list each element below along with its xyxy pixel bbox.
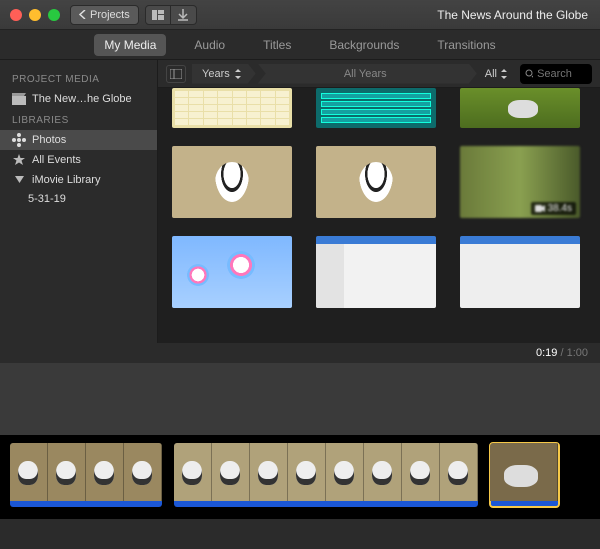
timeline-track[interactable]: [0, 435, 600, 519]
grouping-label: Years: [202, 68, 230, 80]
clip-frame: [10, 443, 48, 501]
disclosure-triangle-icon[interactable]: [12, 173, 26, 187]
sidebar-toggle-button[interactable]: [166, 65, 186, 83]
dog-floor-thumb-2[interactable]: [316, 146, 436, 218]
window-title: The News Around the Globe: [437, 8, 590, 22]
imovie-library-label: iMovie Library: [32, 174, 100, 186]
playhead-time-display: 0:19 / 1:00: [0, 343, 600, 363]
view-layout-segmented[interactable]: [145, 5, 197, 25]
window-controls: [10, 9, 60, 21]
sort-arrows-icon: [234, 69, 242, 79]
clip-frame: [174, 443, 212, 501]
video-icon: [535, 205, 545, 212]
dog-floor-thumb-1[interactable]: [172, 146, 292, 218]
media-tabs: My Media Audio Titles Backgrounds Transi…: [0, 30, 600, 60]
close-window-button[interactable]: [10, 9, 22, 21]
sidebar-item-photos[interactable]: Photos: [0, 130, 157, 150]
chevron-left-icon: [79, 10, 86, 19]
sidebar-icon: [170, 69, 182, 79]
window-titlebar: Projects The News Around the Globe: [0, 0, 600, 30]
word-game-thumb[interactable]: [172, 88, 292, 128]
clip-frame: [402, 443, 440, 501]
tab-my-media[interactable]: My Media: [94, 34, 166, 56]
clip-frame: [48, 443, 86, 501]
main-area: PROJECT MEDIA The New…he Globe LIBRARIES…: [0, 60, 600, 343]
sidebar-item-imovie-library[interactable]: iMovie Library: [0, 170, 157, 190]
back-to-projects-button[interactable]: Projects: [70, 5, 139, 25]
clapperboard-icon: [12, 92, 26, 106]
time-separator: /: [557, 347, 566, 359]
fullscreen-window-button[interactable]: [48, 9, 60, 21]
clip-frame: [288, 443, 326, 501]
current-time: 0:19: [536, 347, 557, 359]
sort-arrows-icon: [500, 69, 508, 79]
clip-1[interactable]: [10, 443, 162, 507]
video-duration-badge: 38.4s: [531, 202, 576, 215]
browser-toolbar: Years All Years All: [158, 60, 600, 88]
grouping-crumb[interactable]: Years: [192, 64, 256, 84]
range-label: All Years: [344, 68, 387, 80]
sidebar-event-item[interactable]: 5-31-19: [0, 190, 157, 208]
clip-2[interactable]: [174, 443, 478, 507]
media-browser: Years All Years All 38.4s: [158, 60, 600, 343]
libraries-header: LIBRARIES: [0, 109, 157, 130]
flower-icon: [12, 133, 26, 147]
settings-window-thumb[interactable]: [316, 236, 436, 308]
tab-transitions[interactable]: Transitions: [427, 34, 505, 56]
quiz-panel-thumb[interactable]: [316, 88, 436, 128]
dog-grass-thumb[interactable]: [460, 88, 580, 128]
clip-frame: [212, 443, 250, 501]
motion-blur-thumb[interactable]: 38.4s: [460, 146, 580, 218]
star-icon: [12, 153, 26, 167]
import-button[interactable]: [171, 5, 197, 25]
clip-frame: [326, 443, 364, 501]
clip-frame: [440, 443, 478, 501]
filter-label: All: [485, 68, 497, 80]
browser-window-thumb[interactable]: [460, 236, 580, 308]
search-icon: [525, 69, 533, 79]
filter-dropdown[interactable]: All: [479, 68, 514, 80]
minimize-window-button[interactable]: [29, 9, 41, 21]
project-media-header: PROJECT MEDIA: [0, 68, 157, 89]
tab-titles[interactable]: Titles: [253, 34, 301, 56]
layout-grid-button[interactable]: [145, 5, 171, 25]
library-sidebar: PROJECT MEDIA The New…he Globe LIBRARIES…: [0, 60, 158, 343]
range-crumb[interactable]: All Years: [258, 64, 477, 84]
total-time: 1:00: [567, 347, 588, 359]
search-field[interactable]: [520, 64, 592, 84]
tab-backgrounds[interactable]: Backgrounds: [319, 34, 409, 56]
back-label: Projects: [90, 9, 130, 21]
event-date-label: 5-31-19: [28, 193, 66, 205]
clip-frame: [490, 443, 558, 501]
tab-audio[interactable]: Audio: [184, 34, 235, 56]
sidebar-item-all-events[interactable]: All Events: [0, 150, 157, 170]
timeline-empty-area[interactable]: [0, 363, 600, 435]
project-media-item[interactable]: The New…he Globe: [0, 89, 157, 109]
media-grid[interactable]: 38.4s: [158, 88, 600, 343]
download-arrow-icon: [178, 9, 188, 21]
media-row: [172, 236, 586, 308]
project-media-label: The New…he Globe: [32, 93, 132, 105]
search-input[interactable]: [537, 68, 587, 80]
balloons-sky-thumb[interactable]: [172, 236, 292, 308]
clip-frame: [86, 443, 124, 501]
clip-3-selected[interactable]: [490, 443, 559, 507]
clip-frame: [124, 443, 162, 501]
media-row: [172, 88, 586, 128]
clip-frame: [250, 443, 288, 501]
photos-label: Photos: [32, 134, 66, 146]
clip-frame: [364, 443, 402, 501]
layout-icon: [152, 10, 164, 20]
media-row: 38.4s: [172, 146, 586, 218]
all-events-label: All Events: [32, 154, 81, 166]
